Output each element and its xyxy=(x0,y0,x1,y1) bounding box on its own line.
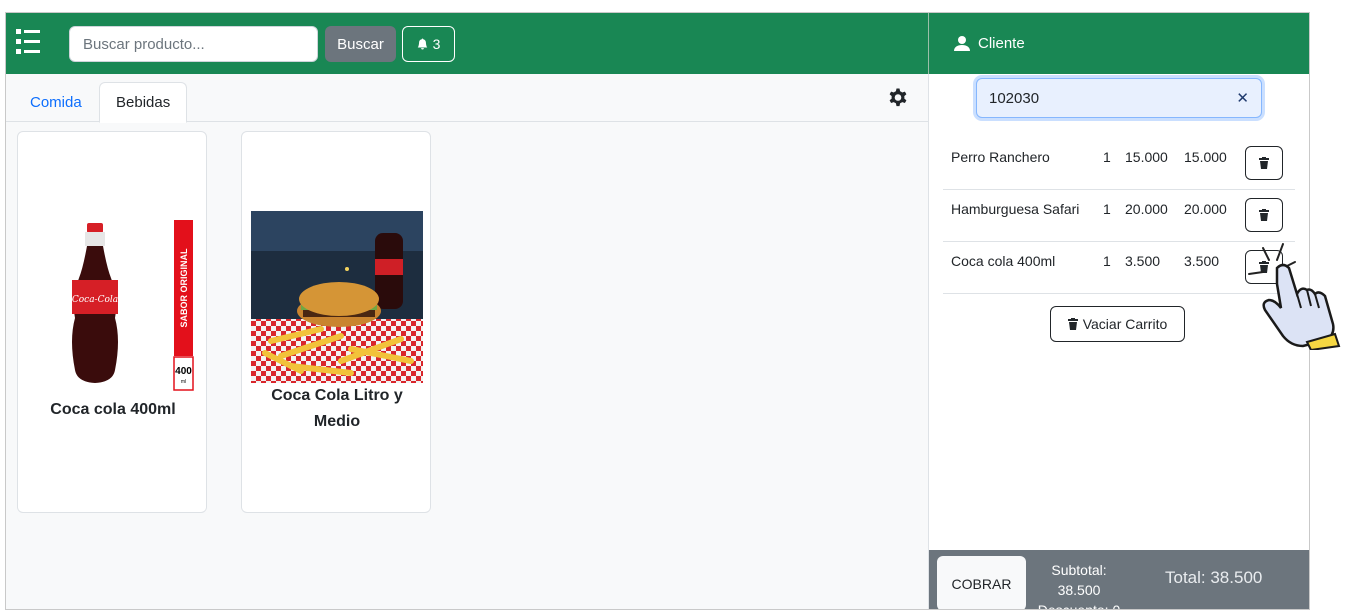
cart-item-name: Hamburguesa Safari xyxy=(951,201,1080,217)
totals-summary: Subtotal: 38.500 Descuento: 0 xyxy=(1029,560,1129,610)
trash-icon xyxy=(1259,209,1269,221)
cart-item-qty: 1 xyxy=(1103,253,1111,269)
clear-client-icon[interactable]: ✕ xyxy=(1236,89,1249,107)
gear-icon[interactable] xyxy=(886,85,910,109)
tab-bebidas[interactable]: Bebidas xyxy=(99,82,188,123)
delete-item-button[interactable] xyxy=(1245,146,1283,180)
cart-item-qty: 1 xyxy=(1103,201,1111,217)
search-button[interactable]: Buscar xyxy=(325,26,396,62)
cart-item-total: 20.000 xyxy=(1184,201,1227,217)
cart-row: Hamburguesa Safari 1 20.000 20.000 xyxy=(943,190,1295,242)
clear-cart-button[interactable]: Vaciar Carrito xyxy=(1050,306,1185,342)
search-input[interactable] xyxy=(69,26,318,62)
product-name: Coca cola 400ml xyxy=(50,401,176,418)
discount-text: Descuento: 0 xyxy=(1037,602,1121,610)
product-vertical-label: SABOR ORIGINAL xyxy=(179,248,189,328)
cart-item-price: 20.000 xyxy=(1125,201,1168,217)
cart-item-qty: 1 xyxy=(1103,149,1111,165)
size-unit: ml xyxy=(181,379,186,385)
product-card[interactable]: Coca-Cola SABOR ORIGINAL 400 ml Coca col… xyxy=(17,131,207,513)
client-id-input[interactable]: 102030 ✕ xyxy=(976,78,1262,118)
cart-row: Perro Ranchero 1 15.000 15.000 xyxy=(943,138,1295,190)
delete-item-button[interactable] xyxy=(1245,198,1283,232)
product-name: Coca Cola Litro y Medio xyxy=(271,387,403,430)
notifications-button[interactable]: 3 xyxy=(402,26,455,62)
trash-icon xyxy=(1259,157,1269,169)
coca-cola-bottle-image: Coca-Cola SABOR ORIGINAL 400 ml xyxy=(72,220,194,391)
cart-item-name: Perro Ranchero xyxy=(951,149,1050,165)
user-icon xyxy=(954,36,970,51)
top-bar: Buscar 3 xyxy=(6,13,928,74)
client-header-title: Cliente xyxy=(978,35,1025,52)
checkout-footer: COBRAR Subtotal: 38.500 Descuento: 0 Tot… xyxy=(929,550,1309,610)
cart-item-price: 15.000 xyxy=(1125,149,1168,165)
pos-window: Buscar 3 Cliente Comida Bebidas Coca-Col… xyxy=(5,12,1310,610)
cart-item-name: Coca cola 400ml xyxy=(951,253,1056,269)
cart-item-price: 3.500 xyxy=(1125,253,1161,269)
pay-button[interactable]: COBRAR xyxy=(937,556,1026,609)
tab-comida[interactable]: Comida xyxy=(14,82,98,123)
clear-cart-label: Vaciar Carrito xyxy=(1082,316,1168,332)
category-tabs: Comida Bebidas xyxy=(6,74,928,123)
svg-text:Coca-Cola: Coca-Cola xyxy=(72,295,118,305)
size-badge: 400 xyxy=(175,366,192,377)
burger-and-fries-photo xyxy=(251,211,423,383)
bell-icon xyxy=(417,38,427,50)
client-id-value: 102030 xyxy=(989,89,1040,107)
client-header: Cliente xyxy=(928,13,1309,74)
list-menu-icon[interactable] xyxy=(16,27,40,57)
pointing-hand-cursor-icon xyxy=(1248,243,1341,350)
notification-count: 3 xyxy=(432,36,441,52)
cart-item-total: 3.500 xyxy=(1184,253,1220,269)
subtotal-text: Subtotal: 38.500 xyxy=(1051,562,1107,598)
cart-item-total: 15.000 xyxy=(1184,149,1227,165)
product-card[interactable]: Coca Cola Litro y Medio xyxy=(241,131,431,513)
trash-icon xyxy=(1067,318,1078,330)
total-text: Total: 38.500 xyxy=(1165,568,1263,587)
